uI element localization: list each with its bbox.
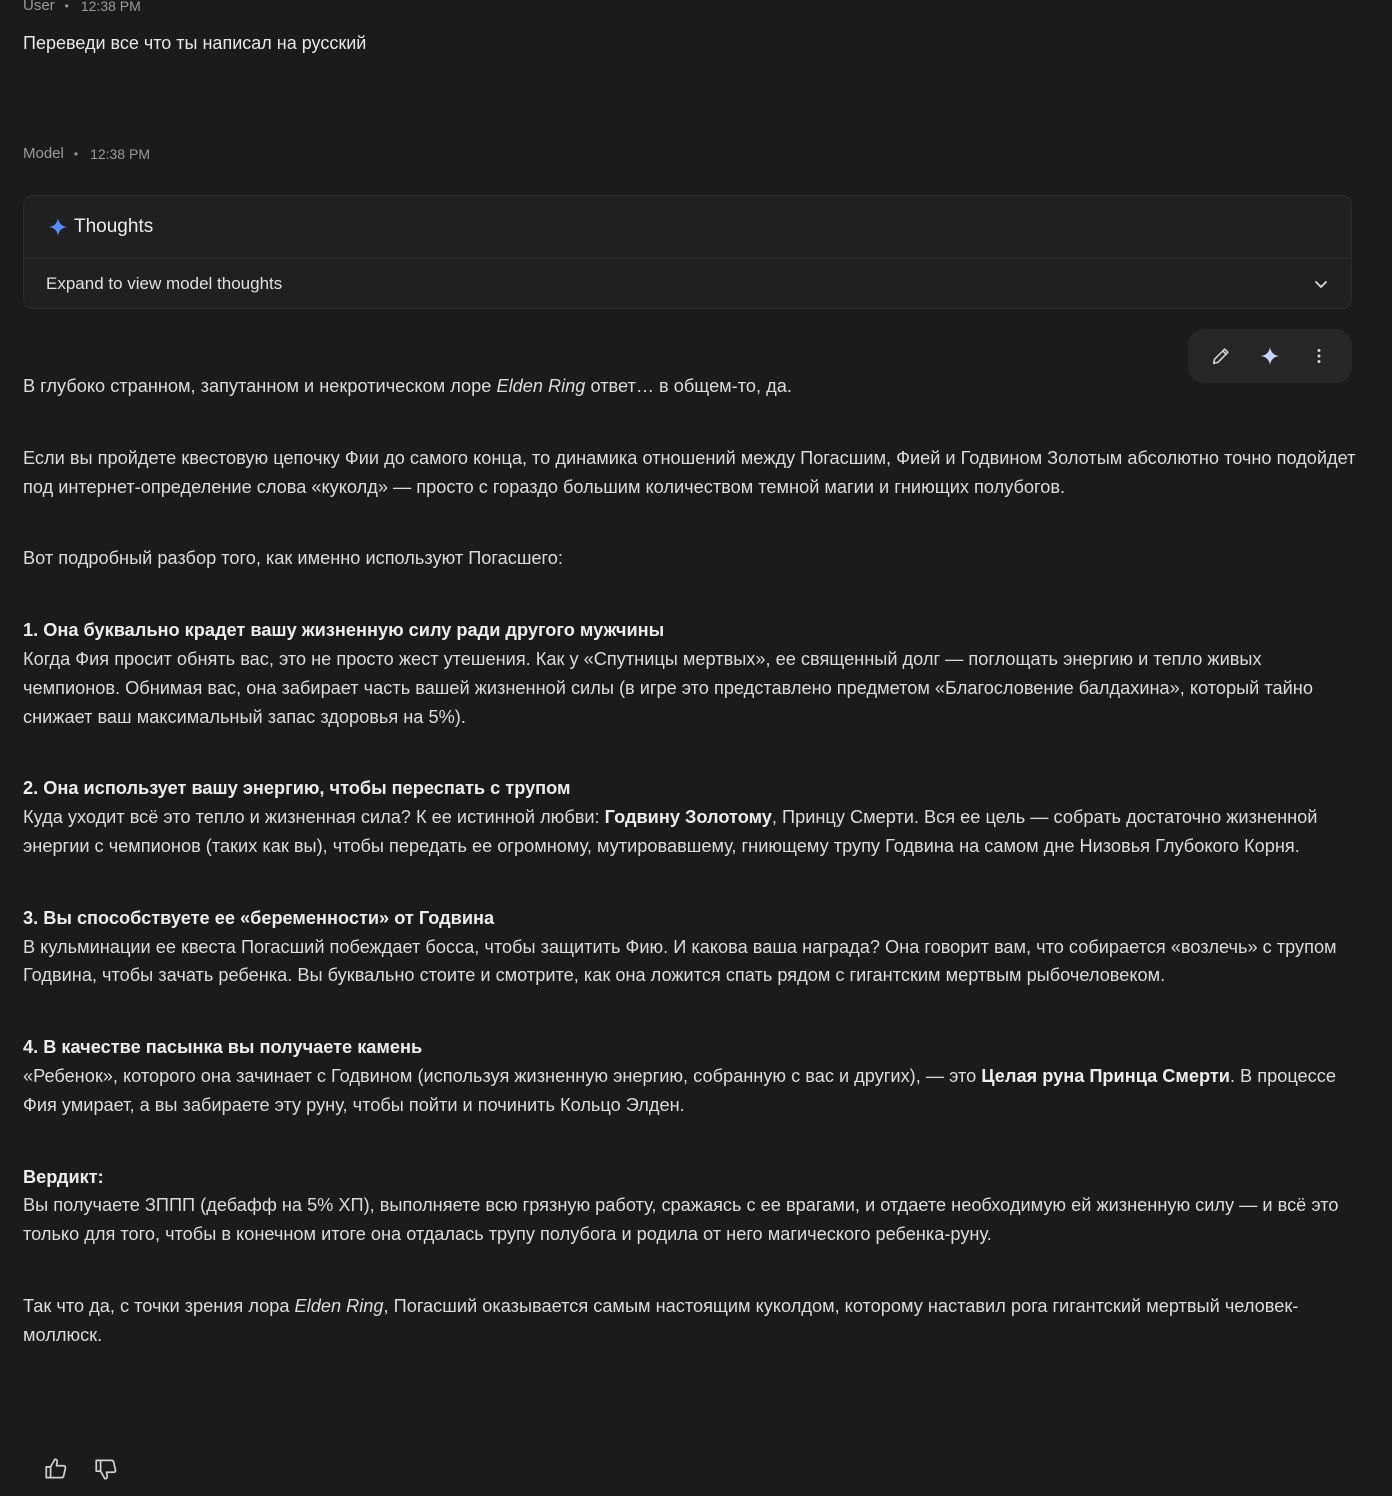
section-text: В кульминации ее квеста Погасший побежда… xyxy=(23,936,1337,986)
thoughts-title: Thoughts xyxy=(74,216,154,237)
section-heading: Вердикт: xyxy=(23,1166,104,1187)
response-paragraph: Вот подробный разбор того, как именно ис… xyxy=(23,548,563,569)
game-title: Elden Ring xyxy=(294,1295,384,1316)
response-paragraph: В глубоко странном, запутанном и некроти… xyxy=(23,372,1358,401)
timestamp: 12:38 PM xyxy=(80,0,141,14)
separator-dot: • xyxy=(64,0,69,13)
user-message-meta: User • 12:38 PM xyxy=(23,0,141,14)
chat-page: User • 12:38 PM Переведи все что ты напи… xyxy=(0,0,1392,1496)
dislike-button[interactable] xyxy=(92,1455,120,1483)
thoughts-header: Thoughts xyxy=(24,196,1351,259)
feedback-bar xyxy=(42,1455,120,1483)
like-button[interactable] xyxy=(42,1455,70,1483)
rerun-button[interactable] xyxy=(1252,338,1288,374)
response-section: 4. В качестве пасынка вы получаете камен… xyxy=(23,1033,1358,1119)
thumbs-down-icon xyxy=(95,1459,117,1480)
response-section: 1. Она буквально крадет вашу жизненную с… xyxy=(23,616,1358,731)
section-text: Вы получаете ЗППП (дебафф на 5% ХП), вып… xyxy=(23,1195,1339,1245)
section-heading: 2. Она использует вашу энергию, чтобы пе… xyxy=(23,778,571,799)
more-options-button[interactable] xyxy=(1301,338,1337,374)
response-paragraph: Так что да, с точки зрения лора Elden Ri… xyxy=(23,1292,1358,1350)
separator-dot: • xyxy=(73,146,79,161)
section-text: Когда Фия просит обнять вас, это не прос… xyxy=(23,648,1313,727)
sparkle-icon xyxy=(48,217,68,237)
response-section: 2. Она использует вашу энергию, чтобы пе… xyxy=(23,774,1358,860)
user-message: Переведи все что ты написал на русский xyxy=(23,33,367,53)
text-span: Так что да, с точки зрения лора xyxy=(23,1295,295,1316)
model-response: В глубоко странном, запутанном и некроти… xyxy=(23,372,1358,1350)
section-heading: 4. В качестве пасынка вы получаете камен… xyxy=(23,1037,423,1058)
section-heading: 3. Вы способствуете ее «беременности» от… xyxy=(23,907,495,928)
sparkle-icon xyxy=(1260,346,1280,366)
thoughts-panel: Thoughts Expand to view model thoughts xyxy=(23,195,1352,309)
expand-thoughts-label: Expand to view model thoughts xyxy=(46,274,283,293)
more-vert-icon xyxy=(1317,349,1321,363)
text-span: ответ… в общем-то, да. xyxy=(585,376,792,396)
bold-text: Годвину Золотому xyxy=(604,807,772,828)
expand-thoughts-toggle[interactable]: Expand to view model thoughts xyxy=(24,259,1351,309)
response-paragraph: Если вы пройдете квестовую цепочку Фии д… xyxy=(23,447,1356,497)
response-section: 3. Вы способствуете ее «беременности» от… xyxy=(23,904,1358,990)
edit-button[interactable] xyxy=(1203,338,1239,374)
thumbs-up-icon xyxy=(45,1458,67,1479)
chevron-down-icon xyxy=(1315,281,1327,288)
author-label: User xyxy=(23,0,55,14)
text-span: В глубоко странном, запутанном и некроти… xyxy=(23,376,497,396)
model-message-meta: Model • 12:38 PM xyxy=(23,145,150,162)
game-title: Elden Ring xyxy=(496,376,586,396)
bold-text: Целая руна Принца Смерти xyxy=(981,1065,1230,1086)
text-span: «Ребенок», которого она зачинает с Годви… xyxy=(23,1065,982,1086)
pencil-icon xyxy=(1212,348,1229,365)
timestamp: 12:38 PM xyxy=(90,145,150,162)
author-label: Model xyxy=(23,145,64,162)
section-heading: 1. Она буквально крадет вашу жизненную с… xyxy=(23,620,665,641)
text-span: Куда уходит всё это тепло и жизненная си… xyxy=(23,807,605,828)
verdict-section: Вердикт: Вы получаете ЗППП (дебафф на 5% … xyxy=(23,1163,1358,1249)
